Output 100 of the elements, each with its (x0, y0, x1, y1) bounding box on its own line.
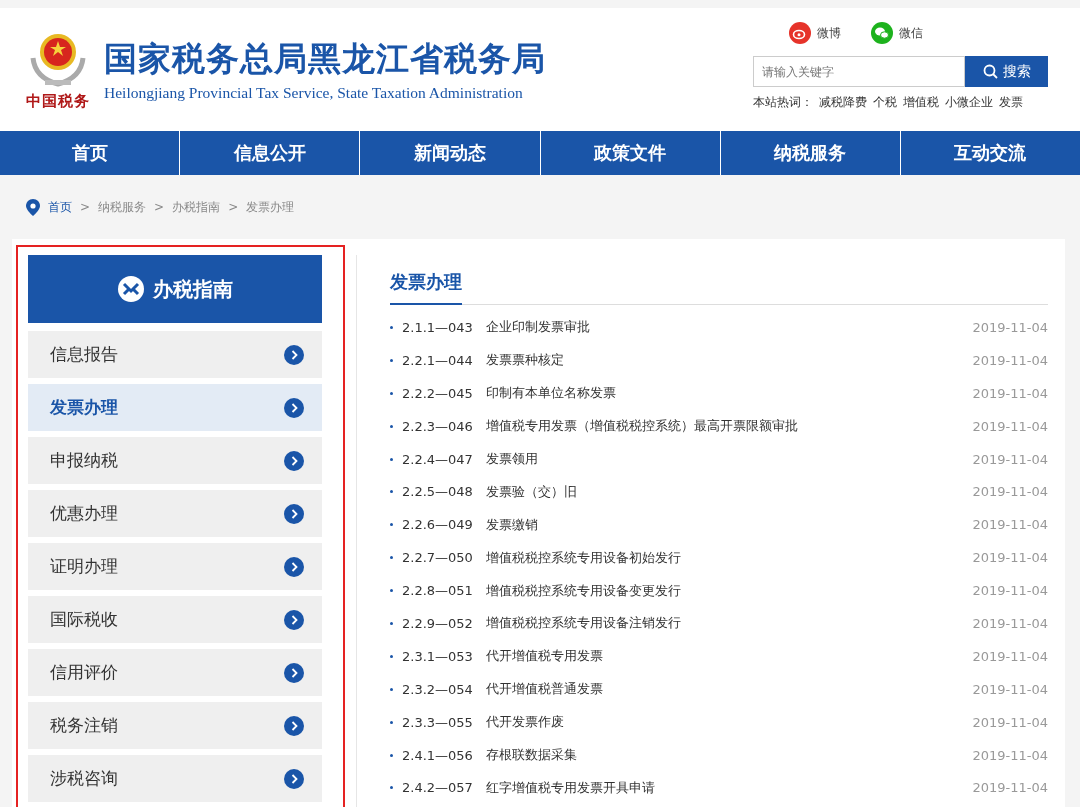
hot-word-link[interactable]: 小微企业 (945, 95, 993, 110)
hot-word-link[interactable]: 发票 (999, 95, 1023, 110)
chevron-right-icon (284, 768, 304, 789)
location-pin-icon (26, 198, 40, 216)
article-link[interactable]: 发票领用 (486, 450, 973, 468)
bullet-icon (390, 654, 393, 658)
article-link[interactable]: 企业印制发票审批 (486, 318, 973, 337)
article-link[interactable]: 代开增值税专用发票 (486, 647, 973, 666)
bullet-icon (390, 358, 393, 362)
item-code: 2.3.2—054 (402, 681, 474, 697)
article-date: 2019-11-04 (972, 385, 1048, 401)
bullet-icon (390, 753, 393, 757)
bullet-icon (390, 490, 393, 494)
article-link[interactable]: 红字增值税专用发票开具申请 (486, 778, 973, 797)
wechat-icon[interactable] (871, 22, 893, 44)
bullet-icon (390, 424, 393, 428)
nav-item[interactable]: 纳税服务 (720, 131, 901, 175)
chevron-right-icon (284, 609, 304, 630)
article-link[interactable]: 发票票种核定 (486, 351, 973, 370)
article-link[interactable]: 发票验（交）旧 (486, 482, 973, 501)
sidebar-item[interactable]: 信息报告 (28, 331, 322, 378)
article-link[interactable]: 增值税税控系统专用设备初始发行 (486, 548, 973, 567)
bullet-icon (390, 687, 393, 691)
item-code: 2.2.8—051 (402, 583, 474, 599)
article-date: 2019-11-04 (972, 747, 1048, 763)
article-link[interactable]: 发票缴销 (486, 515, 973, 534)
search-field[interactable]: 请输入关键字 (753, 56, 965, 87)
article-link[interactable]: 代开增值税普通发票 (486, 680, 973, 699)
bullet-icon (390, 457, 393, 461)
article-date: 2019-11-04 (972, 583, 1048, 599)
item-code: 2.2.7—050 (402, 550, 474, 566)
nav-item[interactable]: 政策文件 (540, 131, 721, 175)
item-code: 2.2.4—047 (402, 451, 474, 467)
item-code: 2.2.9—052 (402, 615, 474, 631)
chevron-right-icon (284, 715, 304, 736)
nav-item[interactable]: 新闻动态 (360, 131, 541, 175)
nav-item[interactable]: 信息公开 (180, 131, 361, 175)
article-link[interactable]: 代开发票作废 (486, 713, 973, 732)
hot-word-link[interactable]: 增值税 (903, 95, 939, 110)
article-link[interactable]: 存根联数据采集 (486, 746, 973, 764)
chevron-right-icon (284, 450, 304, 471)
chevron-right-icon (284, 662, 304, 683)
bullet-icon (390, 621, 393, 625)
hot-word-link[interactable]: 减税降费 (819, 95, 867, 110)
list-title: 发票办理 (390, 270, 462, 305)
bullet-icon (390, 786, 393, 790)
article-date: 2019-11-04 (972, 517, 1048, 533)
article-link[interactable]: 增值税税控系统专用设备注销发行 (486, 614, 973, 633)
item-code: 2.2.1—044 (402, 352, 474, 368)
item-code: 2.3.3—055 (402, 714, 474, 730)
chevron-right-icon (284, 503, 304, 524)
item-code: 2.3.1—053 (402, 648, 474, 664)
item-code: 2.4.1—056 (402, 747, 474, 763)
sidebar-item[interactable]: 信用评价 (28, 649, 322, 696)
chevron-right-icon (284, 556, 304, 577)
nav-item[interactable]: 首页 (0, 131, 181, 175)
bullet-icon (390, 589, 393, 593)
search-button[interactable]: 搜索 (965, 56, 1048, 87)
chevron-right-icon (284, 397, 304, 418)
article-date: 2019-11-04 (972, 780, 1048, 796)
sidebar-item[interactable]: 税务注销 (28, 702, 322, 749)
site-subtitle: Heilongjiang Provincial Tax Service, State Taxation Administration (104, 84, 524, 102)
article-date: 2019-11-04 (972, 484, 1048, 500)
item-code: 2.2.2—045 (402, 385, 474, 401)
hot-word-link[interactable]: 个税 (873, 95, 897, 110)
article-link[interactable]: 印制有本单位名称发票 (486, 384, 973, 403)
weibo-icon[interactable] (789, 22, 811, 44)
article-date: 2019-11-04 (972, 319, 1048, 335)
article-date: 2019-11-04 (972, 714, 1048, 730)
social-link[interactable]: 微博 (817, 24, 841, 42)
article-link[interactable]: 增值税税控系统专用设备变更发行 (486, 581, 973, 600)
bullet-icon (390, 325, 393, 329)
breadcrumb-link[interactable]: 首页 (48, 198, 72, 216)
sidebar-item[interactable]: 优惠办理 (28, 490, 322, 537)
sidebar-item[interactable]: 国际税收 (28, 596, 322, 643)
emblem-caption: 中国税务 (26, 92, 90, 111)
chevron-right-icon (284, 344, 304, 365)
item-code: 2.4.2—057 (402, 780, 474, 796)
breadcrumb-separator: > (228, 200, 239, 214)
breadcrumb-separator: > (154, 200, 165, 214)
bullet-icon (390, 391, 393, 395)
sidebar-item[interactable]: 发票办理 (28, 384, 322, 431)
bullet-icon (390, 556, 393, 560)
breadcrumb-separator: > (80, 200, 91, 214)
article-date: 2019-11-04 (972, 615, 1048, 631)
article-link[interactable]: 增值税专用发票（增值税税控系统）最高开票限额审批 (486, 417, 973, 436)
nav-item[interactable]: 互动交流 (900, 131, 1080, 175)
article-date: 2019-11-04 (972, 681, 1048, 697)
sidebar-item[interactable]: 申报纳税 (28, 437, 322, 484)
sidebar-item[interactable]: 涉税咨询 (28, 755, 322, 802)
item-code: 2.1.1—043 (402, 319, 474, 335)
sidebar-title: 办税指南 (153, 275, 233, 303)
sidebar-item[interactable]: 证明办理 (28, 543, 322, 590)
bullet-icon (390, 523, 393, 527)
article-date: 2019-11-04 (972, 418, 1048, 434)
social-link[interactable]: 微信 (899, 24, 923, 42)
search-icon (982, 64, 998, 79)
item-code: 2.2.6—049 (402, 517, 474, 533)
item-code: 2.2.3—046 (402, 418, 474, 434)
hot-words-label: 本站热词： (753, 95, 813, 110)
